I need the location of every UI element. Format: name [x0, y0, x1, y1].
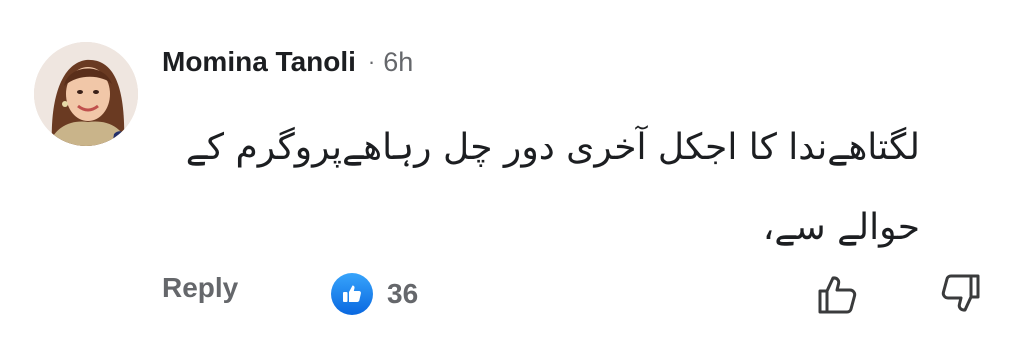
thumbs-down-icon: [941, 274, 980, 312]
comment-timestamp[interactable]: 6h: [383, 47, 413, 78]
comment-card: Momina Tanoli · 6h لگتاھےندا کا اجکل آخر…: [0, 0, 1024, 340]
avatar[interactable]: [34, 42, 138, 146]
comment-header: Momina Tanoli · 6h: [162, 42, 413, 82]
reply-button[interactable]: Reply: [162, 272, 238, 304]
downvote-button[interactable]: [934, 268, 986, 320]
meta-separator: ·: [367, 49, 376, 74]
author-name[interactable]: Momina Tanoli: [162, 46, 356, 78]
upvote-button[interactable]: [812, 268, 864, 320]
like-thumb-icon: [331, 273, 373, 315]
thumbs-up-icon: [818, 276, 857, 314]
reaction-summary[interactable]: 36: [331, 272, 418, 316]
like-count: 36: [387, 278, 419, 309]
avatar-photo: [34, 42, 138, 146]
comment-text: لگتاھےندا کا اجکل آخری دور چل رہاھےپروگر…: [185, 127, 920, 248]
